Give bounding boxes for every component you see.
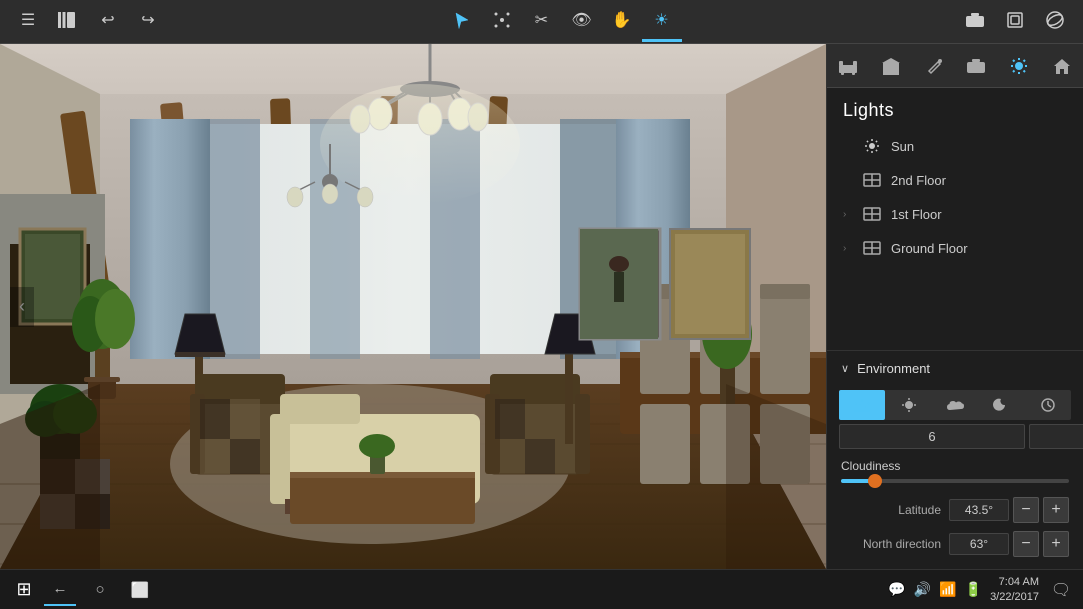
ground-floor-label: Ground Floor	[891, 241, 1067, 256]
latitude-minus-button[interactable]: −	[1013, 497, 1039, 523]
start-button[interactable]: ⊞	[8, 574, 40, 606]
time-of-day-buttons	[839, 390, 1071, 420]
library-button[interactable]	[48, 2, 88, 42]
taskbar-date: 3/22/2017	[990, 590, 1039, 604]
taskbar-network-icon[interactable]: 📶	[939, 581, 956, 598]
light-item-1st-floor[interactable]: › 1st Floor	[835, 197, 1075, 231]
time-btn-sunrise[interactable]	[839, 390, 885, 420]
hour-input[interactable]	[839, 424, 1025, 449]
north-direction-plus-button[interactable]: +	[1043, 531, 1069, 557]
2nd-floor-label: 2nd Floor	[891, 173, 1067, 188]
time-btn-custom[interactable]	[1025, 390, 1071, 420]
taskbar-system: 💬 🔊 📶 🔋 7:04 AM 3/22/2017 🗨	[888, 575, 1075, 604]
2nd-floor-icon	[861, 169, 883, 191]
left-nav-arrow[interactable]: ‹	[10, 287, 34, 327]
cut-button[interactable]: ✂	[522, 2, 562, 42]
panel-tab-furniture[interactable]	[830, 48, 866, 84]
latitude-label: Latitude	[841, 503, 941, 517]
environment-header[interactable]: ∨ Environment	[827, 351, 1083, 386]
room-scene	[0, 44, 826, 569]
taskbar-chat-icon[interactable]: 💬	[888, 581, 905, 598]
light-item-ground-floor[interactable]: › Ground Floor	[835, 231, 1075, 265]
time-inputs: AM	[839, 424, 1071, 449]
sun-light-icon	[861, 135, 883, 157]
environment-section: ∨ Environment	[827, 350, 1083, 569]
sun-button[interactable]: ☀	[642, 2, 682, 42]
latitude-input[interactable]	[949, 499, 1009, 521]
taskbar-clock[interactable]: 7:04 AM 3/22/2017	[990, 575, 1039, 604]
move-button[interactable]	[482, 2, 522, 42]
view-button[interactable]: 👁	[562, 2, 602, 42]
panel-tab-lights[interactable]	[1001, 48, 1037, 84]
camera-button[interactable]	[955, 2, 995, 42]
viewport[interactable]: ‹	[0, 44, 826, 569]
panel-tab-home[interactable]	[1044, 48, 1080, 84]
north-direction-row: North direction − +	[827, 527, 1083, 561]
panel-tab-camera[interactable]	[958, 48, 994, 84]
taskbar-search[interactable]: ○	[84, 574, 116, 606]
redo-button[interactable]: ↪	[128, 2, 168, 42]
1st-floor-label: 1st Floor	[891, 207, 1067, 222]
taskbar-time: 7:04 AM	[990, 575, 1039, 589]
time-btn-cloudy[interactable]	[932, 390, 978, 420]
panel-tab-building[interactable]	[873, 48, 909, 84]
taskbar-notification-button[interactable]: 🗨	[1047, 576, 1075, 604]
orbit-button[interactable]	[1035, 2, 1075, 42]
panel-tab-paint[interactable]	[916, 48, 952, 84]
sun-light-label: Sun	[891, 139, 1067, 154]
right-panel: Lights Sun 2nd Floor ›	[826, 44, 1083, 569]
taskbar: ⊞ ← ○ ⬜ 💬 🔊 📶 🔋 7:04 AM 3/22/2017 🗨	[0, 569, 1083, 609]
north-direction-minus-button[interactable]: −	[1013, 531, 1039, 557]
select-button[interactable]	[442, 2, 482, 42]
undo-button[interactable]: ↩	[88, 2, 128, 42]
latitude-plus-button[interactable]: +	[1043, 497, 1069, 523]
north-direction-input[interactable]	[949, 533, 1009, 555]
main-content: ‹ Lights	[0, 44, 1083, 569]
north-direction-label: North direction	[841, 537, 941, 551]
panel-title: Lights	[827, 88, 1083, 129]
ground-floor-chevron: ›	[843, 243, 857, 254]
menu-button[interactable]: ☰	[8, 2, 48, 42]
1st-floor-icon	[861, 203, 883, 225]
light-item-2nd-floor[interactable]: 2nd Floor	[835, 163, 1075, 197]
taskbar-taskview[interactable]: ⬜	[124, 574, 156, 606]
environment-title: Environment	[857, 361, 930, 376]
panel-icon-tabs	[827, 44, 1083, 88]
taskbar-battery-icon[interactable]: 🔋	[965, 581, 982, 598]
export-button[interactable]	[995, 2, 1035, 42]
paint-button[interactable]: ✋	[602, 2, 642, 42]
latitude-row: Latitude − +	[827, 493, 1083, 527]
taskbar-volume-icon[interactable]: 🔊	[914, 581, 931, 598]
cloudiness-row: Cloudiness	[827, 453, 1083, 493]
time-btn-night[interactable]	[978, 390, 1024, 420]
taskbar-back[interactable]: ←	[44, 574, 76, 606]
cloudiness-slider[interactable]	[841, 479, 1069, 483]
lights-list: Sun 2nd Floor › 1st Floor ›	[827, 129, 1083, 350]
cloudiness-thumb[interactable]	[868, 474, 882, 488]
cloudiness-label: Cloudiness	[841, 459, 1069, 473]
light-item-sun[interactable]: Sun	[835, 129, 1075, 163]
time-btn-day[interactable]	[885, 390, 931, 420]
ground-floor-icon	[861, 237, 883, 259]
1st-floor-chevron: ›	[843, 209, 857, 220]
top-toolbar: ☰ ↩ ↪ ✂ 👁 ✋ ☀	[0, 0, 1083, 44]
env-chevron: ∨	[841, 362, 849, 375]
minute-input[interactable]	[1029, 424, 1083, 449]
